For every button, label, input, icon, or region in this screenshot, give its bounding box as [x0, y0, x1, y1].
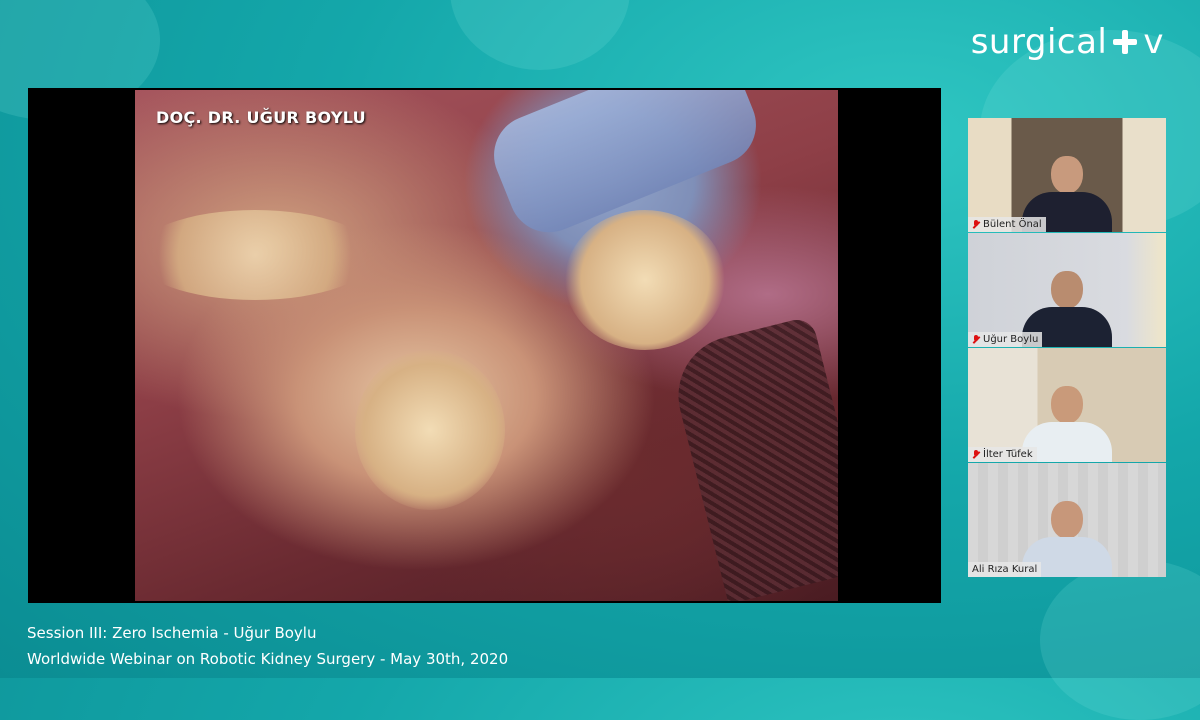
mic-muted-icon: [972, 335, 980, 344]
event-title: Worldwide Webinar on Robotic Kidney Surg…: [27, 650, 509, 668]
participant-panel: Bülent Önal Uğur Boylu İlter Tüfek Ali R…: [968, 118, 1166, 578]
participant-tile[interactable]: İlter Tüfek: [968, 348, 1166, 462]
participant-tile[interactable]: Bülent Önal: [968, 118, 1166, 232]
tissue: [355, 350, 505, 510]
participant-name: Bülent Önal: [983, 219, 1042, 230]
surgical-mesh: [665, 315, 838, 601]
participant-name-tag: Uğur Boylu: [968, 332, 1043, 347]
surgery-video-frame: DOÇ. DR. UĞUR BOYLU: [135, 90, 838, 601]
tissue: [565, 210, 725, 350]
session-title: Session III: Zero Ischemia - Uğur Boylu: [27, 624, 317, 642]
surgical-tv-logo: surgical v: [971, 22, 1164, 62]
participant-name: İlter Tüfek: [983, 449, 1033, 460]
participant-name: Uğur Boylu: [983, 334, 1039, 345]
medical-cross-icon: [1111, 28, 1139, 56]
participant-tile[interactable]: Ali Rıza Kural: [968, 463, 1166, 577]
mic-muted-icon: [972, 450, 980, 459]
brand-suffix: v: [1143, 22, 1164, 62]
participant-name-tag: Ali Rıza Kural: [968, 562, 1042, 577]
background-decoration: [1040, 560, 1200, 720]
participant-name-tag: Bülent Önal: [968, 217, 1046, 232]
participant-tile[interactable]: Uğur Boylu: [968, 233, 1166, 347]
brand-name: surgical: [970, 22, 1108, 62]
participant-name-tag: İlter Tüfek: [968, 447, 1037, 462]
participant-name: Ali Rıza Kural: [972, 564, 1038, 575]
background-decoration: [450, 0, 630, 70]
tissue: [135, 210, 375, 300]
surgeon-caption: DOÇ. DR. UĞUR BOYLU: [156, 108, 366, 127]
mic-muted-icon: [972, 220, 980, 229]
main-video-feed[interactable]: DOÇ. DR. UĞUR BOYLU: [28, 88, 941, 603]
